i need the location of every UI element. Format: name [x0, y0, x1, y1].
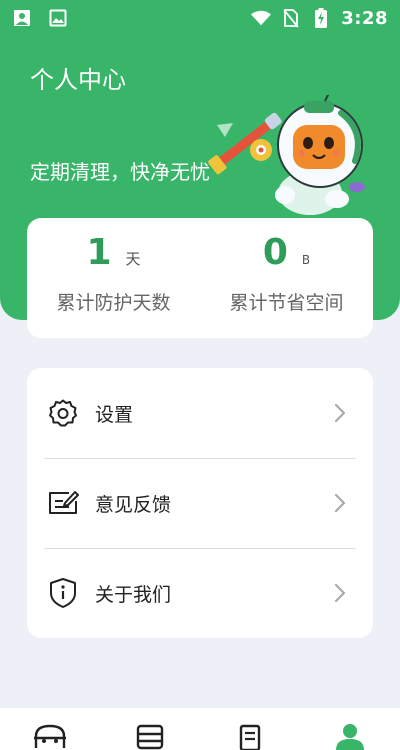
document-icon [239, 724, 261, 750]
menu-item-feedback[interactable]: 意见反馈 [27, 458, 373, 548]
tab-profile[interactable] [330, 722, 370, 750]
robot-icon [34, 724, 66, 748]
stats-card: 1 天 累计防护天数 0 B 累计节省空间 [27, 218, 373, 338]
person-notification-icon [12, 8, 32, 28]
menu-item-about[interactable]: 关于我们 [27, 548, 373, 638]
menu-item-label: 关于我们 [95, 583, 172, 606]
wifi-icon [251, 8, 272, 28]
cleaning-robot-mascot [208, 95, 365, 215]
stat-label: 累计防护天数 [56, 292, 171, 314]
menu-item-settings[interactable]: 设置 [27, 368, 373, 458]
chevron-right-icon [334, 583, 346, 603]
tab-storage[interactable] [130, 722, 170, 750]
stat-value: 0 [262, 232, 288, 273]
stat-unit: B [301, 253, 311, 267]
bottom-tab-bar [0, 708, 400, 750]
profile-icon [336, 724, 364, 750]
status-time: 3:28 [341, 7, 388, 29]
stat-space-saved: 0 B 累计节省空间 [200, 218, 373, 338]
slogan-text: 定期清理，快净无忧 [30, 160, 210, 184]
chevron-right-icon [334, 493, 346, 513]
page-title: 个人中心 [30, 66, 126, 94]
tab-documents[interactable] [230, 722, 270, 750]
stat-label: 累计节省空间 [229, 292, 344, 314]
tab-robot[interactable] [30, 722, 70, 750]
gear-icon [47, 397, 79, 429]
battery-charging-icon [311, 8, 331, 28]
stat-value: 1 [86, 232, 112, 273]
menu-item-label: 意见反馈 [95, 493, 172, 516]
stat-unit: 天 [125, 250, 141, 268]
menu-card: 设置 意见反馈 关于我们 [27, 368, 373, 638]
feedback-icon [47, 487, 79, 519]
no-sim-icon [281, 8, 301, 28]
info-shield-icon [47, 577, 79, 609]
storage-icon [136, 724, 164, 750]
stat-protection-days: 1 天 累计防护天数 [27, 218, 200, 338]
image-notification-icon [48, 8, 68, 28]
chevron-right-icon [334, 403, 346, 423]
menu-item-label: 设置 [95, 403, 134, 426]
status-bar: 3:28 [0, 0, 400, 36]
